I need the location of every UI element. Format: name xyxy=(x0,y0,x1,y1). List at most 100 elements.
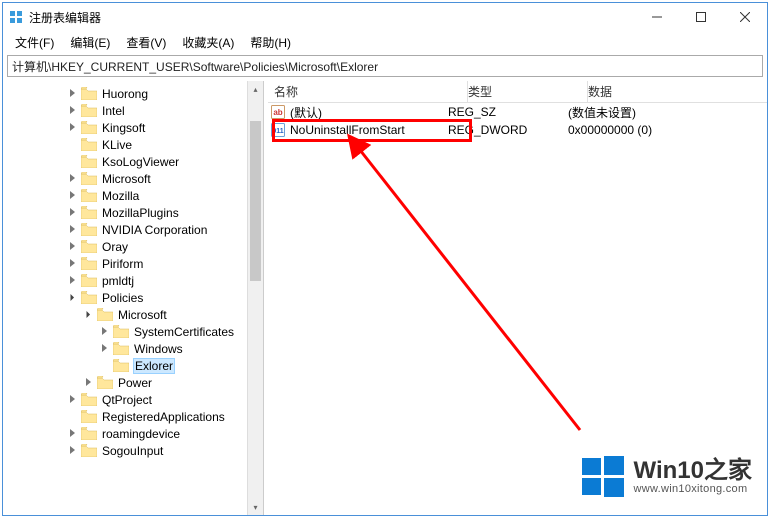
tree-item-label: Exlorer xyxy=(133,358,175,374)
expand-icon[interactable] xyxy=(67,394,79,406)
folder-icon xyxy=(81,121,97,134)
values-panel[interactable]: 名称 类型 数据 ab (默认) REG_SZ(数值未设置)011NoUninsta… xyxy=(268,81,767,515)
folder-icon xyxy=(113,325,129,338)
folder-icon xyxy=(97,308,113,321)
address-text: 计算机\HKEY_CURRENT_USER\Software\Policies\… xyxy=(12,58,378,75)
tree-item[interactable]: roamingdevice xyxy=(3,425,263,442)
tree-item[interactable]: Intel xyxy=(3,102,263,119)
scroll-up-button[interactable]: ▴ xyxy=(248,81,263,97)
titlebar[interactable]: 注册表编辑器 xyxy=(3,3,767,31)
expand-icon[interactable] xyxy=(99,343,111,355)
tree-item[interactable]: Mozilla xyxy=(3,187,263,204)
tree-item-label: Power xyxy=(117,376,153,390)
regedit-icon xyxy=(9,10,23,24)
tree-item[interactable]: Microsoft xyxy=(3,306,263,323)
tree-item[interactable]: QtProject xyxy=(3,391,263,408)
close-button[interactable] xyxy=(723,3,767,31)
folder-icon xyxy=(81,172,97,185)
tree-item[interactable]: SogouInput xyxy=(3,442,263,459)
folder-icon xyxy=(81,223,97,236)
tree-item[interactable]: Policies xyxy=(3,289,263,306)
tree-panel[interactable]: ▴ ▾ Huorong Intel Kingsoft KLiveKsoLogViewe… xyxy=(3,81,264,515)
expand-icon[interactable] xyxy=(67,224,79,236)
expand-icon[interactable] xyxy=(83,377,95,389)
watermark-url: www.win10xitong.com xyxy=(634,483,752,495)
folder-icon xyxy=(81,240,97,253)
tree-item-label: Kingsoft xyxy=(101,121,146,135)
col-header-type[interactable]: 类型 xyxy=(468,81,588,102)
expand-icon[interactable] xyxy=(67,207,79,219)
tree-item[interactable]: Windows xyxy=(3,340,263,357)
menu-edit[interactable]: 编辑(E) xyxy=(64,32,116,53)
menu-file[interactable]: 文件(F) xyxy=(9,32,60,53)
scrollbar-vertical[interactable]: ▴ ▾ xyxy=(247,81,263,515)
window-controls xyxy=(635,3,767,31)
folder-icon xyxy=(113,359,129,372)
value-data: 0x00000000 (0) xyxy=(568,123,767,137)
folder-icon xyxy=(81,291,97,304)
col-header-name[interactable]: 名称 xyxy=(268,81,468,102)
work-area: ▴ ▾ Huorong Intel Kingsoft KLiveKsoLogViewe… xyxy=(3,81,767,515)
expand-icon[interactable] xyxy=(67,88,79,100)
expand-icon[interactable] xyxy=(67,122,79,134)
tree-item[interactable]: SystemCertificates xyxy=(3,323,263,340)
tree-item-label: SystemCertificates xyxy=(133,325,235,339)
tree-item[interactable]: NVIDIA Corporation xyxy=(3,221,263,238)
value-data: (数值未设置) xyxy=(568,104,767,121)
window-frame: 注册表编辑器 文件(F) 编辑(E) 查看(V) 收藏夹(A) 帮助(H) 计算… xyxy=(2,2,768,516)
tree-item-label: Microsoft xyxy=(101,172,152,186)
tree-item[interactable]: Oray xyxy=(3,238,263,255)
tree-item-label: Oray xyxy=(101,240,129,254)
tree-item[interactable]: MozillaPlugins xyxy=(3,204,263,221)
tree-item[interactable]: KLive xyxy=(3,136,263,153)
folder-icon xyxy=(81,393,97,406)
expand-icon[interactable] xyxy=(67,173,79,185)
tree-item[interactable]: Microsoft xyxy=(3,170,263,187)
expand-icon[interactable] xyxy=(67,428,79,440)
scroll-thumb[interactable] xyxy=(250,121,261,281)
tree-item-label: Huorong xyxy=(101,87,149,101)
folder-icon xyxy=(81,444,97,457)
tree-item-label: Intel xyxy=(101,104,126,118)
expand-icon[interactable] xyxy=(67,190,79,202)
tree-item[interactable]: Huorong xyxy=(3,85,263,102)
value-name: (默认) xyxy=(290,104,322,121)
value-row[interactable]: ab (默认) REG_SZ(数值未设置) xyxy=(268,103,767,121)
tree-item[interactable]: RegisteredApplications xyxy=(3,408,263,425)
expand-icon[interactable] xyxy=(67,258,79,270)
folder-icon xyxy=(81,155,97,168)
tree-item-label: KLive xyxy=(101,138,133,152)
watermark-title: Win10之家 xyxy=(634,459,752,483)
expand-icon[interactable] xyxy=(67,275,79,287)
tree-item[interactable]: pmldtj xyxy=(3,272,263,289)
tree-item[interactable]: Power xyxy=(3,374,263,391)
menubar: 文件(F) 编辑(E) 查看(V) 收藏夹(A) 帮助(H) xyxy=(3,31,767,53)
folder-icon xyxy=(81,257,97,270)
tree-item-label: QtProject xyxy=(101,393,153,407)
value-type: REG_SZ xyxy=(448,105,568,119)
address-bar[interactable]: 计算机\HKEY_CURRENT_USER\Software\Policies\… xyxy=(7,55,763,77)
menu-favorites[interactable]: 收藏夹(A) xyxy=(176,32,240,53)
expand-icon[interactable] xyxy=(67,445,79,457)
collapse-icon[interactable] xyxy=(83,309,95,321)
tree-item[interactable]: KsoLogViewer xyxy=(3,153,263,170)
value-row[interactable]: 011NoUninstallFromStartREG_DWORD0x000000… xyxy=(268,121,767,139)
tree-item[interactable]: Piriform xyxy=(3,255,263,272)
reg-string-icon: ab xyxy=(270,105,286,119)
menu-view[interactable]: 查看(V) xyxy=(120,32,172,53)
expand-icon[interactable] xyxy=(67,241,79,253)
minimize-button[interactable] xyxy=(635,3,679,31)
maximize-button[interactable] xyxy=(679,3,723,31)
svg-text:ab: ab xyxy=(273,108,282,117)
tree-item[interactable]: Kingsoft xyxy=(3,119,263,136)
value-name: NoUninstallFromStart xyxy=(290,123,405,137)
folder-icon xyxy=(81,87,97,100)
expand-icon[interactable] xyxy=(99,326,111,338)
scroll-down-button[interactable]: ▾ xyxy=(248,499,263,515)
folder-icon xyxy=(81,138,97,151)
expand-icon[interactable] xyxy=(67,105,79,117)
col-header-data[interactable]: 数据 xyxy=(588,83,767,100)
tree-item[interactable]: Exlorer xyxy=(3,357,263,374)
collapse-icon[interactable] xyxy=(67,292,79,304)
menu-help[interactable]: 帮助(H) xyxy=(244,32,297,53)
